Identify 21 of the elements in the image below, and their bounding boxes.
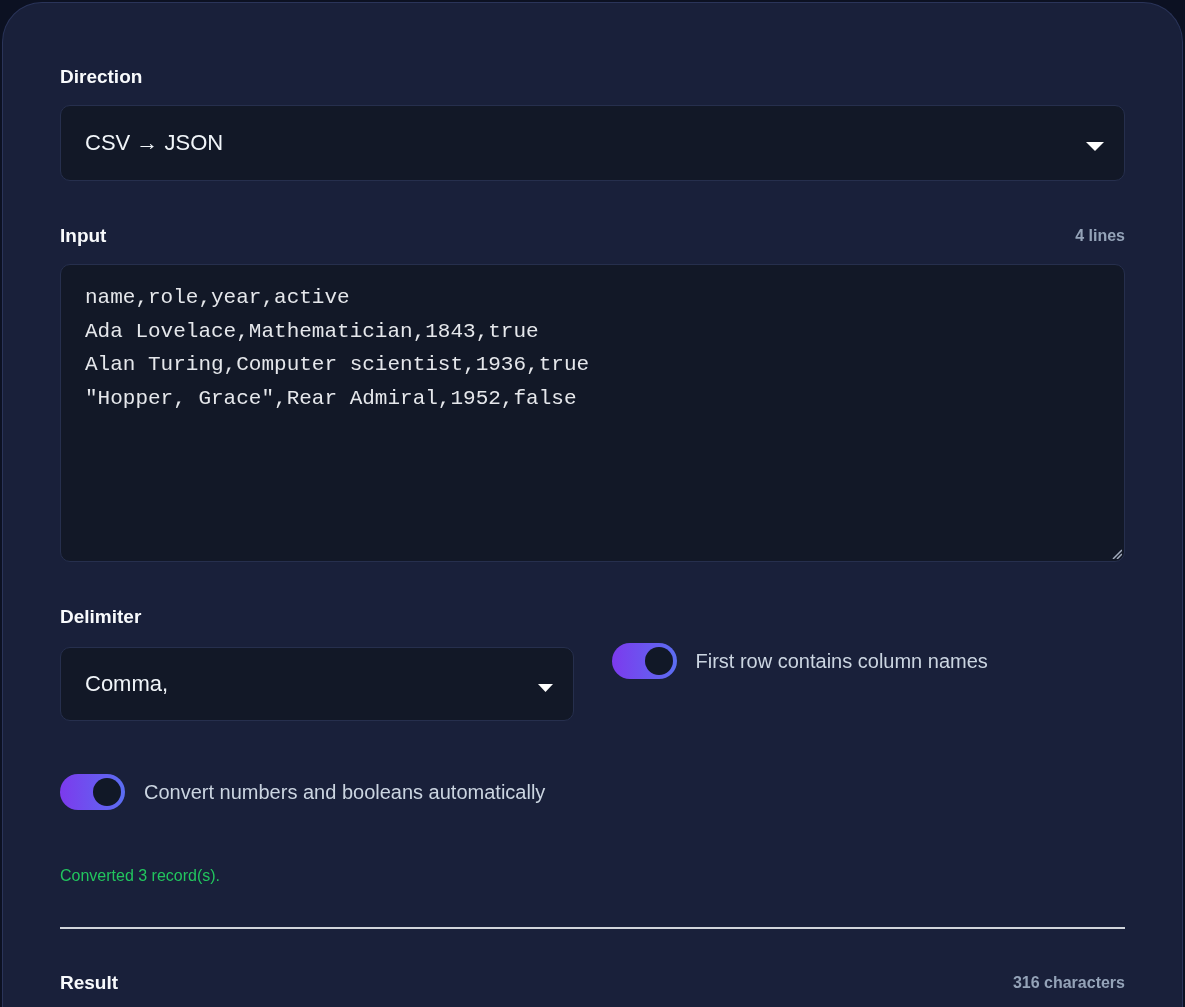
toggle-label: Convert numbers and booleans automatically (144, 780, 546, 804)
direction-select[interactable]: CSV → JSON (60, 105, 1125, 181)
input-field[interactable]: name,role,year,active Ada Lovelace,Mathematician,1843,true Alan Turing,Computer scientist,1936,true "Hopper, Grace",Rear Admiral,1952,false (60, 264, 1125, 562)
line-count: 4 lines (1075, 227, 1125, 245)
caret-icon (537, 684, 553, 692)
field-label: Direction (60, 65, 143, 89)
delimiter-select[interactable]: Comma, (60, 647, 574, 721)
caret-icon (1086, 141, 1104, 151)
field-label: Result (60, 971, 119, 995)
field-label: Input (60, 224, 107, 248)
field-label: Delimiter (60, 605, 142, 629)
character-count: 316 characters (1012, 974, 1125, 992)
csv-line: Ada Lovelace,Mathematician,1843,true (85, 318, 539, 345)
toggle-switch[interactable] (611, 643, 677, 679)
status-message: Converted 3 record(s). (60, 866, 221, 886)
csv-line: name,role,year,active (85, 285, 350, 311)
toggle-switch[interactable] (60, 774, 125, 810)
toggle-label: First row contains column names (695, 649, 988, 673)
resize-grip-icon[interactable] (1112, 549, 1122, 559)
csv-line: Alan Turing,Computer scientist,1936,true (85, 352, 590, 379)
csv-line: "Hopper, Grace",Rear Admiral,1952,false (85, 385, 577, 412)
